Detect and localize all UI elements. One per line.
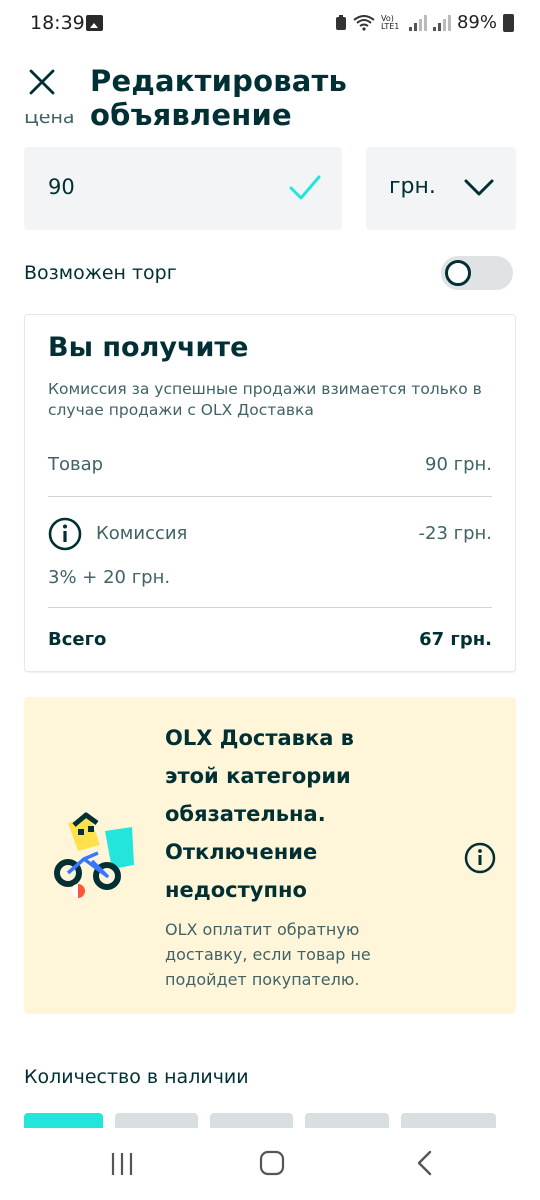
divider xyxy=(48,607,492,608)
delivery-banner: OLX Доставка в этой категории обязательн… xyxy=(24,697,516,1014)
info-icon[interactable] xyxy=(48,517,82,551)
delivery-title: OLX Доставка в этой категории обязательн… xyxy=(165,726,354,902)
commission-label: Комиссия xyxy=(96,523,188,544)
commission-note: Комиссия за успешные продажи взимается т… xyxy=(48,380,482,419)
system-navbar xyxy=(0,1128,540,1200)
price-input[interactable]: 90 xyxy=(24,147,342,230)
info-icon[interactable] xyxy=(464,842,496,874)
gallery-notification-icon xyxy=(86,15,103,31)
home-icon[interactable] xyxy=(259,1150,285,1176)
network-type: Vo) LTE1 xyxy=(380,13,400,31)
currency-value: грн. xyxy=(389,174,436,199)
status-time: 18:39 xyxy=(30,12,85,34)
check-icon xyxy=(289,175,321,200)
total-value: 67 грн. xyxy=(419,629,492,650)
price-label: Цена xyxy=(24,114,75,128)
toggle-knob xyxy=(445,260,471,286)
back-icon[interactable] xyxy=(416,1150,434,1176)
recent-apps-icon[interactable] xyxy=(110,1151,134,1177)
bargain-label: Возможен торг xyxy=(24,262,177,284)
close-icon[interactable] xyxy=(28,68,56,96)
item-value: 90 грн. xyxy=(425,454,492,475)
battery-percent: 89% xyxy=(456,12,497,33)
status-indicators: Vo) LTE1 89% xyxy=(335,12,514,33)
item-label: Товар xyxy=(48,454,104,475)
signal-icon xyxy=(408,14,427,31)
price-value: 90 xyxy=(48,175,75,199)
delivery-description: OLX оплатит обратную доставку, если това… xyxy=(165,920,371,989)
chevron-down-icon xyxy=(464,179,494,196)
wifi-icon xyxy=(353,14,375,31)
courier-bike-illustration xyxy=(54,812,134,898)
total-label: Всего xyxy=(48,629,107,650)
bargain-toggle[interactable] xyxy=(441,256,513,290)
currency-select[interactable]: грн. xyxy=(366,147,516,230)
commission-formula: 3% + 20 грн. xyxy=(48,567,171,588)
commission-value: -23 грн. xyxy=(418,523,493,544)
battery-icon xyxy=(503,13,514,32)
signal-2-icon xyxy=(432,14,451,31)
quantity-label: Количество в наличии xyxy=(24,1066,249,1088)
receive-title: Вы получите xyxy=(48,332,249,363)
divider xyxy=(48,496,492,497)
receive-card: Вы получите Комиссия за успешные продажи… xyxy=(24,314,516,672)
battery-saver-icon xyxy=(335,14,346,30)
